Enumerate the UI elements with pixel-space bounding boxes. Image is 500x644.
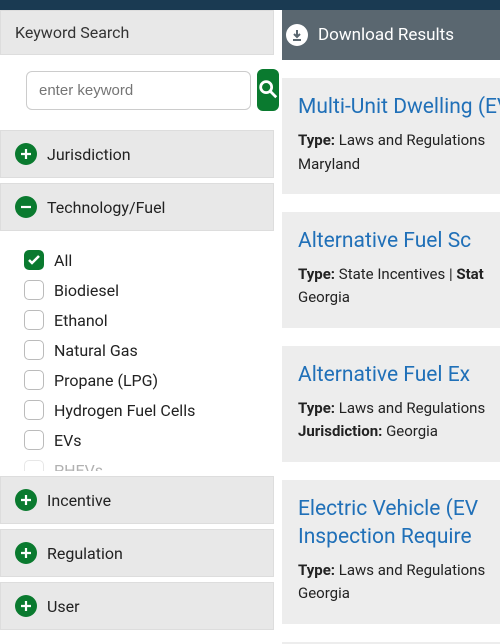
checkbox[interactable]	[24, 430, 44, 450]
download-results-button[interactable]: Download Results	[282, 10, 500, 60]
option-label: PHEVs	[54, 461, 103, 472]
filter-label: Technology/Fuel	[47, 198, 165, 217]
checkbox[interactable]	[24, 460, 44, 471]
checkbox[interactable]	[24, 250, 44, 270]
checkbox[interactable]	[24, 400, 44, 420]
filter-regulation[interactable]: Regulation	[0, 529, 274, 577]
option-label: Ethanol	[54, 311, 108, 330]
option-label: Hydrogen Fuel Cells	[54, 401, 195, 420]
result-title[interactable]: Electric Vehicle (EV Inspection Require	[298, 495, 500, 552]
search-input[interactable]	[26, 71, 251, 110]
option-biodiesel: Biodiesel	[24, 275, 274, 305]
technology-fuel-options: All Biodiesel Ethanol Natural Gas Propan…	[0, 231, 274, 471]
option-ethanol: Ethanol	[24, 305, 274, 335]
download-icon	[286, 24, 308, 46]
result-card: Alternative Fuel Ex Type: Laws and Regul…	[282, 346, 500, 462]
option-evs: EVs	[24, 425, 274, 455]
checkbox[interactable]	[24, 340, 44, 360]
option-label: Propane (LPG)	[54, 371, 158, 390]
option-hydrogen: Hydrogen Fuel Cells	[24, 395, 274, 425]
option-propane: Propane (LPG)	[24, 365, 274, 395]
plus-icon	[15, 542, 37, 564]
filter-label: Incentive	[47, 491, 111, 510]
plus-icon	[15, 143, 37, 165]
option-label: EVs	[54, 431, 82, 450]
filter-technology-fuel[interactable]: Technology/Fuel	[0, 183, 274, 231]
filter-jurisdiction[interactable]: Jurisdiction	[0, 130, 274, 178]
sidebar: Keyword Search Jurisdiction Technology/F…	[0, 10, 282, 644]
result-title[interactable]: Alternative Fuel Sc	[298, 227, 500, 255]
option-all: All	[24, 245, 274, 275]
plus-icon	[15, 489, 37, 511]
results-area: Download Results Multi-Unit Dwelling (EV…	[282, 10, 500, 644]
filter-label: Jurisdiction	[47, 145, 131, 164]
result-title[interactable]: Alternative Fuel Ex	[298, 361, 500, 389]
checkbox[interactable]	[24, 310, 44, 330]
checkbox[interactable]	[24, 370, 44, 390]
keyword-search-header: Keyword Search	[0, 10, 274, 55]
option-natural-gas: Natural Gas	[24, 335, 274, 365]
option-label: Biodiesel	[54, 281, 119, 300]
download-label: Download Results	[318, 25, 454, 45]
option-label: Natural Gas	[54, 341, 138, 360]
minus-icon	[15, 196, 37, 218]
result-title[interactable]: Multi-Unit Dwelling (EV) Charging Stat	[298, 93, 500, 121]
option-label: All	[54, 251, 72, 270]
checkbox[interactable]	[24, 280, 44, 300]
result-card: Multi-Unit Dwelling (EV) Charging Stat T…	[282, 78, 500, 194]
filter-incentive[interactable]: Incentive	[0, 476, 274, 524]
filter-label: Regulation	[47, 544, 123, 563]
search-button[interactable]	[257, 69, 279, 111]
result-card: Alternative Fuel Sc Type: State Incentiv…	[282, 212, 500, 328]
search-icon	[257, 78, 279, 103]
plus-icon	[15, 595, 37, 617]
option-phevs: PHEVs	[24, 455, 274, 471]
filter-label: User	[47, 597, 80, 616]
filter-user[interactable]: User	[0, 582, 274, 630]
result-card: Electric Vehicle (EV Inspection Require …	[282, 480, 500, 624]
